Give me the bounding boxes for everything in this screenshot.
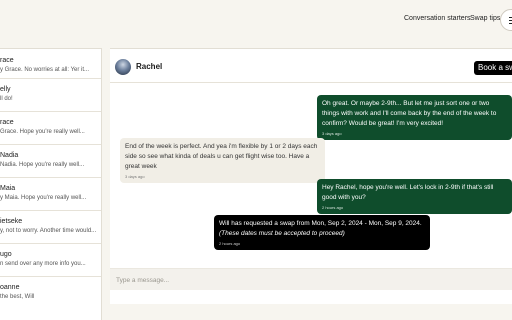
conversation-list: race y Grace. No worries at all: Yer it.… xyxy=(0,48,102,320)
conversation-starters-link[interactable]: Conversation starters xyxy=(404,15,471,22)
conversation-name: ietseke xyxy=(0,218,23,225)
avatar[interactable] xyxy=(115,59,131,75)
conversation-preview: ll do! xyxy=(0,96,13,102)
message-note: (These dates must be accepted to proceed… xyxy=(219,230,345,237)
message-time: 2 hours ago xyxy=(219,241,241,246)
conversation-name: ugo xyxy=(0,251,12,258)
swap-request-message: Will has requested a swap from Mon, Sep … xyxy=(214,215,430,250)
conversation-name: race xyxy=(0,57,14,64)
conversation-item[interactable]: ietseke y, not to worry. Another time wo… xyxy=(0,211,101,244)
swap-tips-link[interactable]: Swap tips xyxy=(470,15,500,22)
contact-name: Rachel xyxy=(136,62,163,71)
chat-header: Rachel Book a swap xyxy=(110,49,512,83)
conversation-preview: the best, Will xyxy=(0,294,35,300)
outgoing-message: Oh great. Or maybe 2-9th... But let me j… xyxy=(317,95,512,140)
conversation-preview: n send over any more info you... xyxy=(0,261,86,267)
message-input[interactable] xyxy=(116,274,496,286)
conversation-item[interactable]: Maia y Maia. Hope you're really well... xyxy=(0,178,101,211)
conversation-item[interactable]: race y Grace. No worries at all: Yer it.… xyxy=(0,49,101,79)
conversation-name: elly xyxy=(0,86,11,93)
outgoing-message: Hey Rachel, hope you're well. Let's lock… xyxy=(317,179,512,214)
conversation-name: oanne xyxy=(0,284,20,291)
message-text: Oh great. Or maybe 2-9th... But let me j… xyxy=(322,100,497,127)
message-composer xyxy=(110,268,512,290)
message-text: End of the week is perfect. And yea i'm … xyxy=(125,143,318,170)
chat-panel: Rachel Book a swap Oh great. Or maybe 2-… xyxy=(110,48,512,304)
message-time: 2 hours ago xyxy=(322,205,344,210)
message-time: 3 days ago xyxy=(125,174,145,179)
conversation-name: Nadia xyxy=(0,152,19,159)
conversation-item[interactable]: race Grace. Hope you're really well... xyxy=(0,112,101,145)
conversation-preview: y Maia. Hope you're really well... xyxy=(0,195,87,201)
conversation-item[interactable]: oanne the best, Will xyxy=(0,277,101,310)
message-text: Hey Rachel, hope you're well. Let's lock… xyxy=(322,184,494,201)
message-time: 3 days ago xyxy=(322,131,342,136)
conversation-item[interactable]: Nadia Nadia. Hope you're really well... xyxy=(0,145,101,178)
conversation-preview: y Grace. No worries at all: Yer it... xyxy=(0,67,90,73)
message-text: Will has requested a swap from Mon, Sep … xyxy=(219,220,422,227)
hamburger-menu-icon[interactable] xyxy=(500,9,512,31)
conversation-preview: Grace. Hope you're really well... xyxy=(0,129,85,135)
conversation-item[interactable]: ugo n send over any more info you... xyxy=(0,244,101,277)
conversation-name: race xyxy=(0,119,14,126)
conversation-item[interactable]: elly ll do! xyxy=(0,79,101,112)
conversation-name: Maia xyxy=(0,185,16,192)
book-a-swap-button[interactable]: Book a swap xyxy=(474,61,512,75)
conversation-preview: y, not to worry. Another time would... xyxy=(0,228,97,234)
top-bar: Conversation starters Swap tips xyxy=(0,0,512,40)
conversation-preview: Nadia. Hope you're really well... xyxy=(0,162,85,168)
incoming-message: End of the week is perfect. And yea i'm … xyxy=(120,138,325,183)
